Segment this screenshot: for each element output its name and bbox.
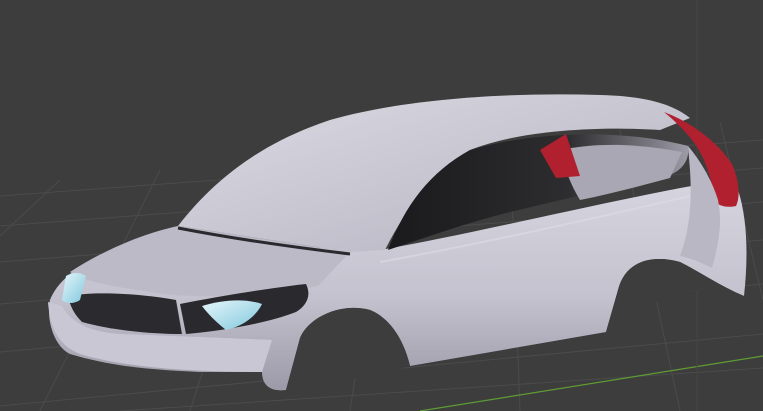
3d-viewport[interactable] (0, 0, 763, 411)
y-axis-line (419, 355, 763, 411)
viewport-canvas[interactable] (0, 0, 763, 411)
